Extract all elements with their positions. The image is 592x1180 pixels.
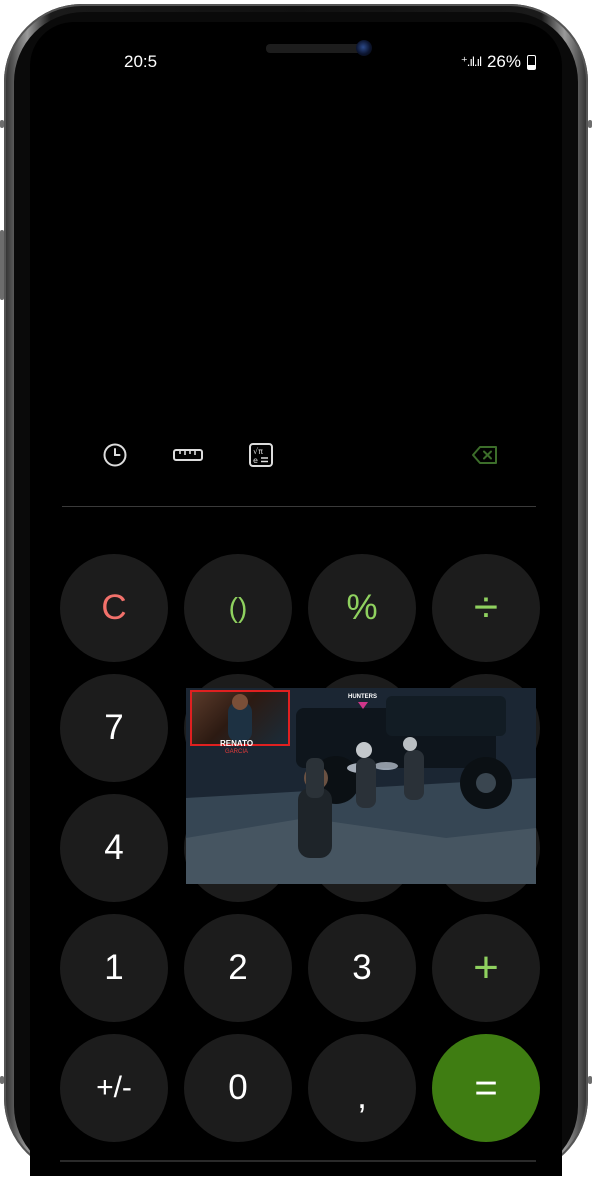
digit-3-button[interactable]: 3 [308, 914, 416, 1022]
game-tag-label: HUNTERS [348, 694, 377, 709]
digit-4-button[interactable]: 4 [60, 794, 168, 902]
digit-2-button[interactable]: 2 [184, 914, 292, 1022]
phone-side-button [588, 1076, 592, 1084]
svg-text:√π: √π [253, 447, 263, 456]
status-indicators: ⁺.ıl.ıl 26% [461, 52, 536, 72]
picture-in-picture-video[interactable]: RENATO GARCIA HUNTERS [186, 688, 536, 884]
percent-button[interactable]: % [308, 554, 416, 662]
sign-toggle-button[interactable]: +/- [60, 1034, 168, 1142]
streamer-head [232, 694, 248, 710]
battery-icon [527, 54, 536, 70]
digit-7-button[interactable]: 7 [60, 674, 168, 782]
equals-button[interactable]: = [432, 1034, 540, 1142]
display-divider [62, 506, 536, 507]
phone-side-button [588, 120, 592, 128]
pink-triangle-icon [357, 702, 368, 709]
backspace-icon[interactable] [470, 440, 500, 470]
divide-button[interactable]: ÷ [432, 554, 540, 662]
clear-button[interactable]: C [60, 554, 168, 662]
phone-side-button [0, 230, 4, 300]
scientific-functions-icon[interactable]: √π e [246, 440, 276, 470]
clock-icon[interactable] [100, 440, 130, 470]
status-time: 20:5 [124, 52, 158, 71]
parentheses-button[interactable]: () [184, 554, 292, 662]
signal-icon: ⁺.ıl.ıl [460, 54, 482, 69]
digit-0-button[interactable]: 0 [184, 1034, 292, 1142]
bottom-edge [60, 1160, 536, 1162]
svg-text:e: e [253, 456, 258, 465]
streamer-webcam [190, 690, 290, 746]
earpiece-speaker [266, 44, 364, 53]
phone-side-button [0, 120, 4, 128]
add-button[interactable]: + [432, 914, 540, 1022]
digit-1-button[interactable]: 1 [60, 914, 168, 1022]
decimal-button[interactable]: , [308, 1034, 416, 1142]
phone-side-button [0, 1076, 4, 1084]
streamer-name-label: RENATO GARCIA [220, 739, 254, 756]
ruler-icon[interactable] [172, 440, 204, 470]
front-camera [356, 40, 372, 56]
battery-percentage: 26% [486, 52, 521, 71]
